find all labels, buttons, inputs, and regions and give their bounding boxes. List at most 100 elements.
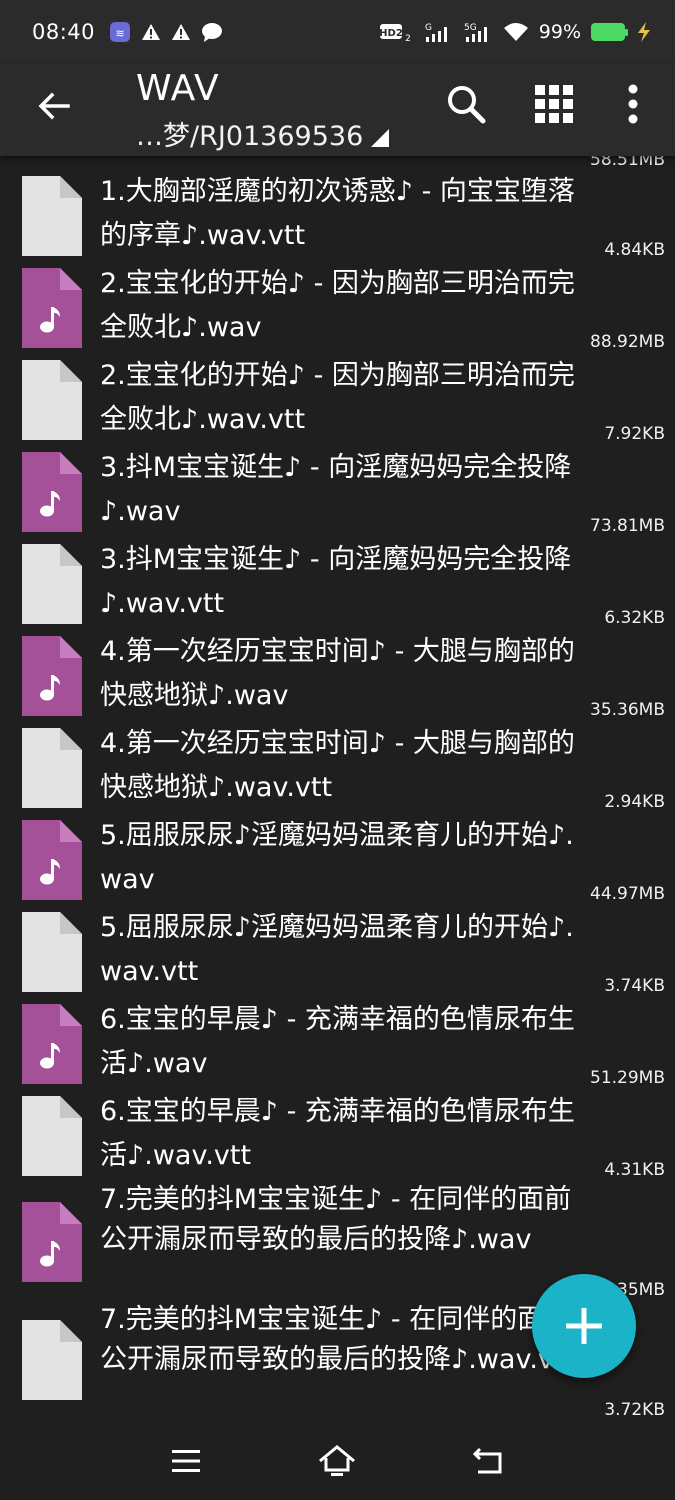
- music-note-icon: [40, 675, 60, 701]
- more-options-button[interactable]: [612, 80, 654, 128]
- folder-title: WAV: [136, 68, 220, 109]
- battery-percent: 99%: [538, 21, 581, 43]
- hd-icon: HD2 2: [379, 21, 413, 43]
- file-size: 44.97MB: [590, 884, 665, 904]
- warning-icon: [141, 22, 161, 42]
- charging-icon: [635, 21, 653, 43]
- file-row[interactable]: 3.抖M宝宝诞生♪ - 向淫魔妈妈完全投降♪.wav.vtt 6.32KB: [0, 536, 675, 628]
- audio-file-icon: [22, 820, 82, 900]
- document-file-icon: [22, 176, 82, 256]
- file-row[interactable]: 6.宝宝的早晨♪ - 充满幸福的色情尿布生活♪.wav.vtt 4.31KB: [0, 1088, 675, 1180]
- file-row[interactable]: 6.宝宝的早晨♪ - 充满幸福的色情尿布生活♪.wav 51.29MB: [0, 996, 675, 1088]
- folder-path-dropdown[interactable]: …梦/RJ01369536: [136, 114, 390, 153]
- home-button[interactable]: [307, 1431, 367, 1491]
- file-row[interactable]: 4.第一次经历宝宝时间♪ - 大腿与胸部的快感地狱♪.wav 35.36MB: [0, 628, 675, 720]
- file-name: 7.完美的抖M宝宝诞生♪ - 在同伴的面前公开漏尿而导致的最后的投降♪.wav.…: [100, 1304, 576, 1375]
- file-row[interactable]: 4.第一次经历宝宝时间♪ - 大腿与胸部的快感地狱♪.wav.vtt 2.94K…: [0, 720, 675, 812]
- file-name: 3.抖M宝宝诞生♪ - 向淫魔妈妈完全投降♪.wav: [100, 452, 572, 527]
- status-bar: 08:40 ≋ HD2 2 G 5G 99%: [0, 0, 675, 64]
- document-file-icon: [22, 912, 82, 992]
- file-size: 88.92MB: [590, 332, 665, 352]
- file-size: 35.36MB: [590, 700, 665, 720]
- file-size: 2.94KB: [604, 792, 665, 812]
- file-size: 3.74KB: [604, 976, 665, 996]
- svg-text:2: 2: [405, 34, 411, 43]
- music-note-icon: [40, 307, 60, 333]
- document-file-icon: [22, 728, 82, 808]
- notification-icons: ≋: [109, 21, 223, 43]
- recent-apps-button[interactable]: [156, 1431, 216, 1491]
- grid-view-button[interactable]: [530, 80, 578, 128]
- file-size: 6.32KB: [604, 608, 665, 628]
- file-name: 3.抖M宝宝诞生♪ - 向淫魔妈妈完全投降♪.wav.vtt: [100, 544, 572, 619]
- file-name: 2.宝宝化的开始♪ - 因为胸部三明治而完全败北♪.wav.vtt: [100, 360, 575, 435]
- file-name: 1.大胸部淫魔的初次诱惑♪ - 向宝宝堕落的序章♪.wav.vtt: [100, 176, 575, 251]
- home-icon: [319, 1444, 356, 1476]
- document-file-icon: [22, 1096, 82, 1176]
- file-row[interactable]: 1.大胸部淫魔的初次诱惑♪ - 向宝宝堕落的序章♪.wav.vtt 4.84KB: [0, 168, 675, 260]
- g-label: G: [425, 23, 432, 33]
- system-nav-bar: [0, 1421, 675, 1500]
- file-name: 5.屈服尿尿♪淫魔妈妈温柔育儿的开始♪.wav: [100, 820, 574, 895]
- document-file-icon: [22, 360, 82, 440]
- file-row[interactable]: 2.宝宝化的开始♪ - 因为胸部三明治而完全败北♪.wav.vtt 7.92KB: [0, 352, 675, 444]
- search-button[interactable]: [442, 80, 490, 128]
- file-list[interactable]: 58.51MB 1.大胸部淫魔的初次诱惑♪ - 向宝宝堕落的序章♪.wav.vt…: [0, 156, 675, 1421]
- app-notification-icon: ≋: [109, 21, 131, 43]
- battery-icon: [591, 23, 628, 41]
- document-file-icon: [22, 544, 82, 624]
- hd-label: HD2: [379, 28, 403, 39]
- add-button[interactable]: [532, 1274, 636, 1378]
- file-name: 4.第一次经历宝宝时间♪ - 大腿与胸部的快感地狱♪.wav: [100, 636, 575, 711]
- file-name: 6.宝宝的早晨♪ - 充满幸福的色情尿布生活♪.wav.vtt: [100, 1096, 575, 1171]
- music-note-icon: [40, 1043, 60, 1069]
- file-row[interactable]: 2.宝宝化的开始♪ - 因为胸部三明治而完全败北♪.wav 88.92MB: [0, 260, 675, 352]
- file-name: 6.宝宝的早晨♪ - 充满幸福的色情尿布生活♪.wav: [100, 1004, 575, 1079]
- app-bar: WAV …梦/RJ01369536: [0, 64, 675, 156]
- file-size: 73.81MB: [590, 516, 665, 536]
- file-name: 7.完美的抖M宝宝诞生♪ - 在同伴的面前公开漏尿而导致的最后的投降♪.wav: [100, 1184, 572, 1255]
- more-vert-icon: [628, 84, 638, 124]
- audio-file-icon: [22, 1004, 82, 1084]
- plus-icon: [566, 1308, 602, 1344]
- music-note-icon: [40, 859, 60, 885]
- wifi-icon: [503, 21, 529, 43]
- file-row[interactable]: 5.屈服尿尿♪淫魔妈妈温柔育儿的开始♪.wav 44.97MB: [0, 812, 675, 904]
- return-icon: [473, 1447, 502, 1473]
- 5g-label: 5G: [464, 23, 477, 33]
- dropdown-triangle-icon: [371, 129, 390, 147]
- file-row[interactable]: 5.屈服尿尿♪淫魔妈妈温柔育儿的开始♪.wav.vtt 3.74KB: [0, 904, 675, 996]
- warning-icon: [171, 22, 191, 42]
- file-name: 5.屈服尿尿♪淫魔妈妈温柔育儿的开始♪.wav.vtt: [100, 912, 574, 987]
- file-size: 4.31KB: [604, 1160, 665, 1180]
- arrow-back-icon: [38, 92, 70, 120]
- audio-file-icon: [22, 452, 82, 532]
- status-time: 08:40: [32, 20, 96, 44]
- file-size: 4.84KB: [604, 240, 665, 260]
- system-icons: HD2 2 G 5G 99%: [379, 21, 653, 43]
- back-button[interactable]: [30, 82, 78, 130]
- audio-file-icon: [22, 268, 82, 348]
- file-row[interactable]: 3.抖M宝宝诞生♪ - 向淫魔妈妈完全投降♪.wav 73.81MB: [0, 444, 675, 536]
- file-size: 3.72KB: [604, 1400, 665, 1420]
- file-manager-screen: 08:40 ≋ HD2 2 G 5G 99% WAV …梦/RJ01369536…: [0, 0, 675, 1500]
- file-name: 4.第一次经历宝宝时间♪ - 大腿与胸部的快感地狱♪.wav.vtt: [100, 728, 575, 803]
- signal-icon: G: [423, 21, 453, 43]
- audio-file-icon: [22, 636, 82, 716]
- file-size: 51.29MB: [590, 1068, 665, 1088]
- search-icon: [448, 86, 486, 124]
- signal-5g-icon: 5G: [463, 21, 493, 43]
- grid-view-icon: [535, 85, 573, 123]
- svg-text:≋: ≋: [115, 27, 124, 40]
- file-size: 7.92KB: [604, 424, 665, 444]
- music-note-icon: [40, 491, 60, 517]
- back-nav-button[interactable]: [459, 1431, 519, 1491]
- music-note-icon: [40, 1241, 60, 1267]
- audio-file-icon: [22, 1202, 82, 1282]
- folder-path: …梦/RJ01369536: [136, 121, 364, 152]
- chat-bubble-icon: [201, 22, 223, 42]
- file-name: 2.宝宝化的开始♪ - 因为胸部三明治而完全败北♪.wav: [100, 268, 575, 343]
- document-file-icon: [22, 1320, 82, 1400]
- menu-icon: [171, 1449, 200, 1472]
- file-row-partial[interactable]: 58.51MB: [0, 156, 675, 170]
